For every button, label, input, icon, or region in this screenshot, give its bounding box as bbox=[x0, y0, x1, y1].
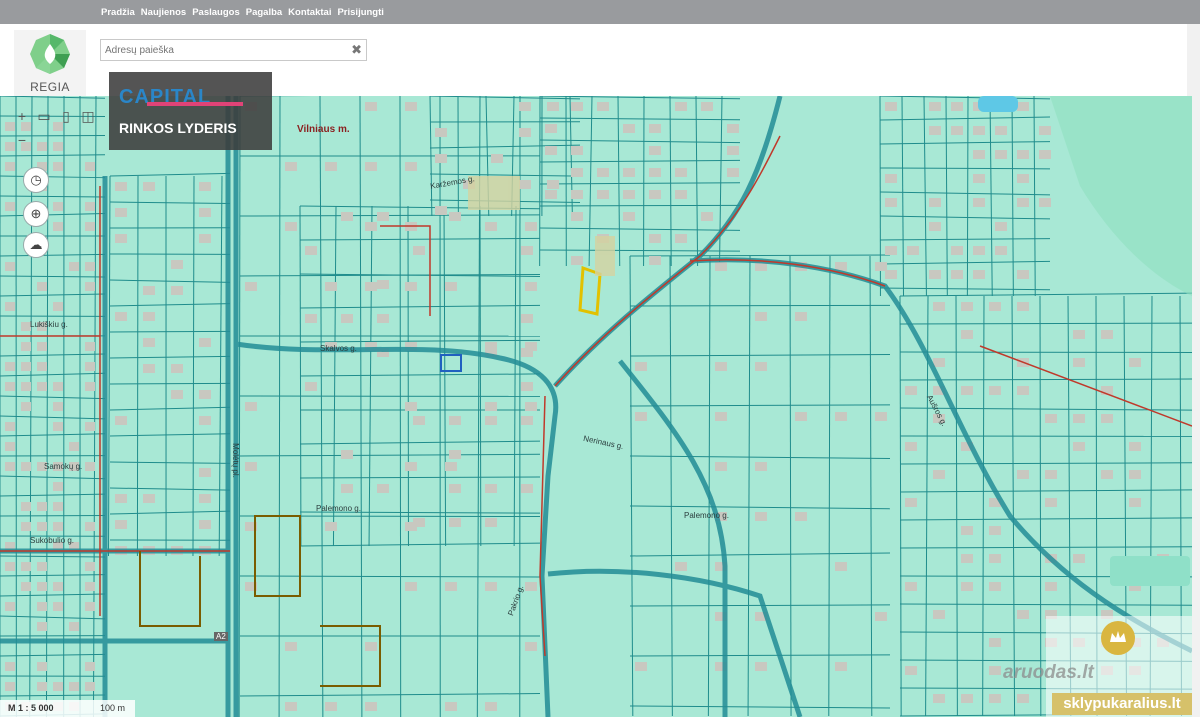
cloud-icon[interactable]: ☁ bbox=[23, 232, 49, 258]
map-canvas[interactable] bbox=[0, 96, 1192, 717]
scale-ratio: M 1 : 5 000 bbox=[8, 703, 54, 713]
crosshair-icon[interactable]: ⊕ bbox=[23, 201, 49, 227]
zoom-in-icon[interactable]: + bbox=[11, 104, 33, 128]
clock-icon[interactable]: ◷ bbox=[23, 167, 49, 193]
map-label-vilniaus: Vilniaus m. bbox=[297, 124, 350, 135]
crown-pin-icon bbox=[1101, 621, 1135, 655]
scale-bar: M 1 : 5 000 100 m bbox=[0, 700, 135, 717]
cadastral-map[interactable]: Vilniaus m. Skalvos g. Nerinaus g. Palem… bbox=[0, 96, 1192, 717]
map-label-samoku: Samokų g. bbox=[44, 462, 83, 471]
map-label-palemono-2: Palemono g. bbox=[684, 511, 729, 520]
clear-icon[interactable]: ✖ bbox=[351, 42, 362, 58]
top-nav: Pradžia Naujienos Paslaugos Pagalba Kont… bbox=[101, 0, 390, 24]
map-label-lukiskiu: Lukiškiu g. bbox=[30, 320, 68, 329]
banner-slogan: RINKOS LYDERIS bbox=[119, 120, 237, 136]
logo-text: REGIA bbox=[30, 80, 70, 94]
map-label-skalvos: Skalvos g. bbox=[320, 344, 357, 353]
road-sign-a2: A2 bbox=[214, 632, 228, 641]
scale-distance: 100 m bbox=[100, 703, 126, 713]
mouse-icon[interactable]: ▯ bbox=[55, 104, 77, 128]
top-navigation-bar: Pradžia Naujienos Paslaugos Pagalba Kont… bbox=[0, 0, 1200, 24]
map-label-moletu: Molėtų pl. bbox=[230, 443, 240, 478]
banner-stripe bbox=[147, 102, 243, 106]
layers-icon[interactable]: ◫ bbox=[77, 104, 99, 128]
map-toolbar: + ▭ ▯ ◫ − bbox=[11, 104, 99, 152]
nav-pagalba[interactable]: Pagalba bbox=[246, 7, 282, 18]
nav-pradzia[interactable]: Pradžia bbox=[101, 7, 135, 18]
map-label-palemono-1: Palemono g. bbox=[316, 504, 361, 513]
zoom-out-icon[interactable]: − bbox=[11, 128, 33, 152]
ruler-icon[interactable]: ▭ bbox=[33, 104, 55, 128]
watermark-sklypukaralius: sklypukaralius.lt bbox=[1052, 693, 1192, 715]
map-label-sukobulio: Sukobulio g. bbox=[30, 536, 75, 545]
search-input[interactable] bbox=[105, 41, 345, 60]
nav-naujienos[interactable]: Naujienos bbox=[141, 7, 186, 18]
regia-logo[interactable]: REGIA bbox=[14, 30, 86, 98]
capital-banner[interactable]: CAPITAL RINKOS LYDERIS bbox=[109, 72, 272, 150]
nav-kontaktai[interactable]: Kontaktai bbox=[288, 7, 331, 18]
address-search[interactable]: ✖ bbox=[100, 39, 367, 61]
watermark-aruodas: aruodas.lt bbox=[1003, 662, 1094, 683]
nav-prisijungti[interactable]: Prisijungti bbox=[337, 7, 383, 18]
regia-logo-icon bbox=[30, 34, 70, 74]
nav-paslaugos[interactable]: Paslaugos bbox=[192, 7, 240, 18]
